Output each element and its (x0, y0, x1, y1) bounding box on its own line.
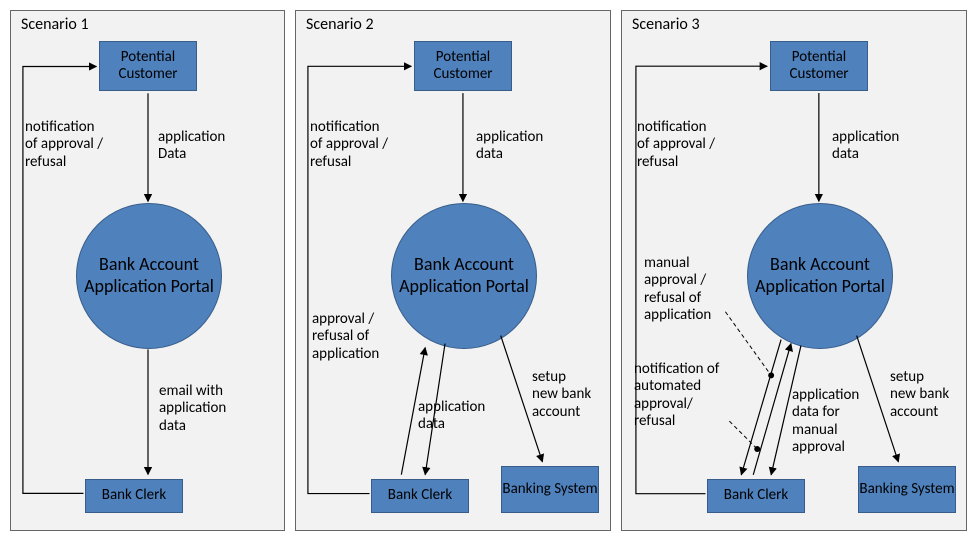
customer-box: Potential Customer (99, 41, 197, 91)
diagram-container: Scenario 1 Potential Customer Bank Accou… (10, 10, 967, 531)
label-autonotif: notification of automated approval/ refu… (634, 361, 719, 430)
label-manual: manual approval / refusal of application (644, 255, 711, 324)
label-appdata: application Data (158, 129, 225, 164)
label-setup: setup new bank account (890, 369, 949, 421)
label-approval: approval / refusal of application (312, 311, 379, 363)
scenario-3: Scenario 3 Potential Customer Bank Accou… (621, 10, 967, 531)
scenario-3-title: Scenario 3 (632, 15, 700, 34)
label-email: email with application data (159, 383, 226, 435)
label-setup: setup new bank account (532, 369, 591, 421)
system-box: Banking System (501, 466, 599, 513)
system-box: Banking System (858, 466, 956, 513)
label-notification: notification of approval / refusal (310, 119, 388, 171)
portal-circle: Bank Account Application Portal (391, 203, 537, 349)
clerk-box: Bank Clerk (707, 479, 805, 513)
scenario-2-title: Scenario 2 (306, 15, 374, 34)
label-appdata2: application data (418, 399, 485, 434)
label-appdata: application data (832, 129, 899, 164)
clerk-box: Bank Clerk (371, 479, 469, 513)
scenario-1-title: Scenario 1 (21, 15, 89, 34)
customer-box: Potential Customer (414, 41, 512, 91)
scenario-1: Scenario 1 Potential Customer Bank Accou… (10, 10, 285, 531)
label-appdata: application data (476, 129, 543, 164)
label-notification: notification of approval / refusal (25, 119, 103, 171)
customer-box: Potential Customer (770, 41, 868, 91)
portal-circle: Bank Account Application Portal (747, 203, 893, 349)
clerk-box: Bank Clerk (85, 479, 183, 513)
label-notification: notification of approval / refusal (637, 119, 715, 171)
portal-circle: Bank Account Application Portal (76, 203, 222, 349)
scenario-2: Scenario 2 Potential Customer Bank Accou… (295, 10, 611, 531)
label-appmanual: application data for manual approval (792, 387, 859, 456)
